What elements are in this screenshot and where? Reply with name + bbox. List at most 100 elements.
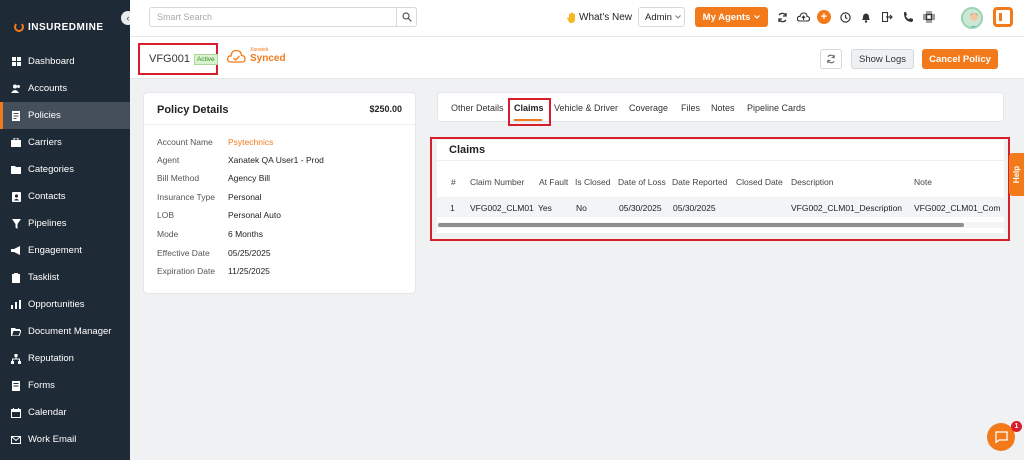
search-button[interactable]: [396, 8, 416, 26]
form-icon: [11, 380, 21, 391]
search-input[interactable]: [150, 8, 394, 26]
sidebar-item-categories[interactable]: Categories: [0, 156, 130, 183]
smart-search: [149, 7, 417, 27]
help-tab[interactable]: Help: [1009, 153, 1024, 196]
brand-logo[interactable]: INSUREDMINE: [14, 20, 104, 34]
sidebar-item-label: Contacts: [28, 191, 66, 202]
sidebar-item-opportunities[interactable]: Opportunities: [0, 291, 130, 318]
sidebar-item-label: Pipelines: [28, 218, 67, 229]
logout-icon[interactable]: [880, 10, 894, 24]
status-badge: Active: [193, 53, 218, 65]
detail-label: Effective Date: [157, 248, 210, 258]
detail-row-bill-method: Bill Method Agency Bill: [157, 173, 270, 185]
app-logo-icon[interactable]: [993, 7, 1013, 27]
chip-icon[interactable]: [922, 10, 936, 24]
sidebar-item-policies[interactable]: Policies: [0, 102, 130, 129]
sidebar-item-pipelines[interactable]: Pipelines: [0, 210, 130, 237]
show-logs-button[interactable]: Show Logs: [851, 49, 914, 69]
account-name-link[interactable]: Psytechnics: [228, 137, 273, 149]
sidebar-item-label: Carriers: [28, 137, 62, 148]
sidebar-item-forms[interactable]: Forms: [0, 372, 130, 399]
sidebar-item-reputation[interactable]: Reputation: [0, 345, 130, 372]
tab-notes[interactable]: Notes: [711, 103, 735, 113]
sidebar-item-label: Reputation: [28, 353, 74, 364]
briefcase-icon: [11, 138, 21, 148]
sidebar-item-carriers[interactable]: Carriers: [0, 129, 130, 156]
detail-label: Expiration Date: [157, 266, 216, 276]
detail-value: Personal Auto: [228, 210, 281, 220]
funnel-icon: [11, 218, 21, 229]
sidebar-item-label: Calendar: [28, 407, 67, 418]
whats-new-link[interactable]: What's New: [567, 12, 632, 23]
policy-details-card: Policy Details $250.00 Account Name Psyt…: [143, 92, 416, 294]
chat-icon: [994, 431, 1008, 443]
policy-id-highlight: VFG001 Active: [138, 43, 218, 75]
sidebar-item-calendar[interactable]: Calendar: [0, 399, 130, 426]
detail-value: Personal: [228, 192, 262, 202]
sidebar-item-work-email[interactable]: Work Email: [0, 426, 130, 453]
sync-icon[interactable]: [775, 10, 789, 24]
clock-icon[interactable]: [838, 10, 852, 24]
cloud-icon[interactable]: [796, 10, 810, 24]
claims-tab-highlight: [508, 98, 551, 126]
detail-value: Xanatek QA User1 - Prod: [228, 155, 324, 165]
cancel-policy-button[interactable]: Cancel Policy: [922, 49, 998, 69]
refresh-icon: [827, 54, 835, 64]
detail-value: 6 Months: [228, 229, 263, 239]
sidebar-item-label: Opportunities: [28, 299, 85, 310]
role-value: Admin: [645, 11, 672, 23]
sidebar-item-label: Dashboard: [28, 56, 75, 67]
sidebar-item-document-manager[interactable]: Document Manager: [0, 318, 130, 345]
tab-vehicle-driver[interactable]: Vehicle & Driver: [554, 103, 618, 113]
detail-value: 11/25/2025: [228, 266, 270, 276]
role-dropdown[interactable]: Admin: [638, 7, 685, 27]
cloud-sync-icon: [227, 49, 246, 63]
detail-row-agent: Agent Xanatek QA User1 - Prod: [157, 155, 324, 167]
whats-new-label: What's New: [579, 12, 633, 23]
sidebar-item-label: Forms: [28, 380, 55, 391]
sidebar: INSUREDMINE Dashboard Accounts Policies …: [0, 0, 130, 460]
folder-open-icon: [11, 327, 21, 337]
document-icon: [11, 110, 21, 121]
detail-label: Bill Method: [157, 173, 200, 183]
bar-chart-icon: [11, 300, 21, 310]
detail-row-mode: Mode 6 Months: [157, 229, 263, 241]
sidebar-item-tasklist[interactable]: Tasklist: [0, 264, 130, 291]
sidebar-item-contacts[interactable]: Contacts: [0, 183, 130, 210]
tab-files[interactable]: Files: [681, 103, 700, 113]
sidebar-item-label: Document Manager: [28, 326, 112, 337]
sync-status: Xanatek Synced: [227, 47, 286, 64]
sync-text: Xanatek Synced: [250, 47, 286, 64]
sidebar-item-accounts[interactable]: Accounts: [0, 75, 130, 102]
add-icon[interactable]: +: [817, 10, 831, 24]
header-icons: +: [775, 9, 936, 25]
policy-id: VFG001: [149, 53, 190, 65]
tab-pipeline-cards[interactable]: Pipeline Cards: [747, 103, 806, 113]
megaphone-icon: [11, 246, 21, 256]
tab-other-details[interactable]: Other Details: [451, 103, 504, 113]
detail-label: Mode: [157, 229, 179, 239]
tab-coverage[interactable]: Coverage: [629, 103, 668, 113]
detail-value: 05/25/2025: [228, 248, 271, 258]
folder-icon: [11, 165, 21, 175]
sidebar-item-engagement[interactable]: Engagement: [0, 237, 130, 264]
clipboard-icon: [11, 272, 21, 283]
my-agents-button[interactable]: My Agents: [695, 7, 768, 27]
user-avatar[interactable]: [961, 7, 983, 29]
policy-premium: $250.00: [369, 104, 402, 114]
sidebar-item-label: Tasklist: [28, 272, 60, 283]
bell-icon[interactable]: [859, 10, 873, 24]
top-header: What's New Admin My Agents +: [130, 0, 1024, 37]
my-agents-label: My Agents: [702, 11, 751, 23]
sidebar-item-dashboard[interactable]: Dashboard: [0, 48, 130, 75]
detail-label: Insurance Type: [157, 192, 215, 202]
phone-icon[interactable]: [901, 10, 915, 24]
sidebar-nav: Dashboard Accounts Policies Carriers Cat…: [0, 48, 130, 453]
calendar-icon: [11, 407, 21, 418]
detail-label: LOB: [157, 210, 175, 220]
chevron-down-icon: [754, 15, 761, 19]
detail-row-expiration-date: Expiration Date 11/25/2025: [157, 266, 270, 278]
refresh-button[interactable]: [820, 49, 842, 69]
policy-details-header: Policy Details $250.00: [144, 93, 415, 125]
detail-value: Agency Bill: [228, 173, 271, 183]
